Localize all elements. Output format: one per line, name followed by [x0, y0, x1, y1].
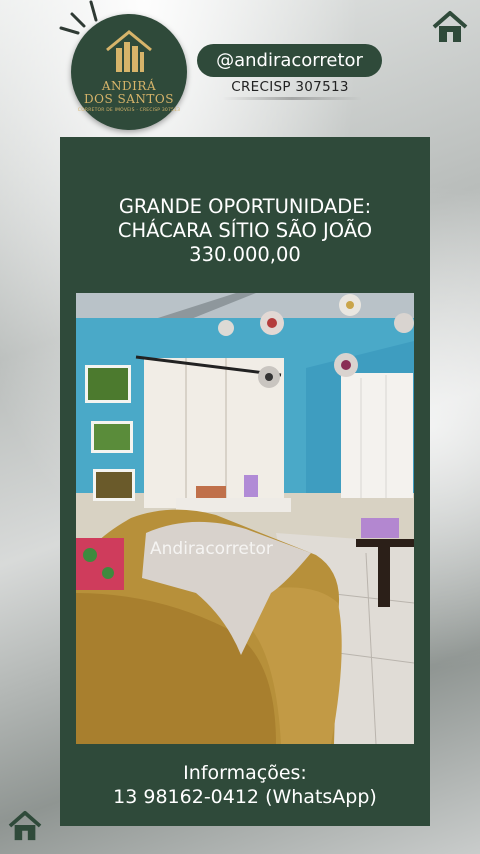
info-label: Informações:	[183, 762, 307, 784]
creci-number: CRECISP 307513	[231, 79, 349, 95]
house-logo-icon	[106, 30, 152, 72]
room-illustration	[76, 293, 414, 744]
brand-logo: ANDIRÁ DOS SANTOS CORRETOR DE IMÓVEIS · …	[71, 14, 187, 130]
divider	[222, 97, 362, 100]
brand-tagline: CORRETOR DE IMÓVEIS · CRECISP 307513	[77, 108, 181, 113]
brand-name: ANDIRÁ DOS SANTOS	[71, 80, 187, 106]
listing-price: 330.000,00	[189, 243, 301, 266]
contact-info: Informações: 13 98162-0412 (WhatsApp)	[60, 761, 430, 809]
home-icon[interactable]	[432, 10, 468, 44]
listing-headline: GRANDE OPORTUNIDADE: CHÁCARA SÍTIO SÃO J…	[60, 195, 430, 267]
listing-photo[interactable]: Andiracorretor	[76, 293, 414, 744]
headline-line1: GRANDE OPORTUNIDADE:	[118, 195, 372, 218]
photo-watermark: Andiracorretor	[150, 539, 273, 559]
home-icon[interactable]	[8, 810, 42, 842]
instagram-handle[interactable]: @andiracorretor	[197, 44, 382, 77]
whatsapp-phone[interactable]: 13 98162-0412 (WhatsApp)	[60, 785, 430, 809]
headline-line2: CHÁCARA SÍTIO SÃO JOÃO	[117, 219, 373, 242]
listing-card: GRANDE OPORTUNIDADE: CHÁCARA SÍTIO SÃO J…	[60, 137, 430, 826]
brand-name-line2: DOS SANTOS	[84, 92, 174, 106]
